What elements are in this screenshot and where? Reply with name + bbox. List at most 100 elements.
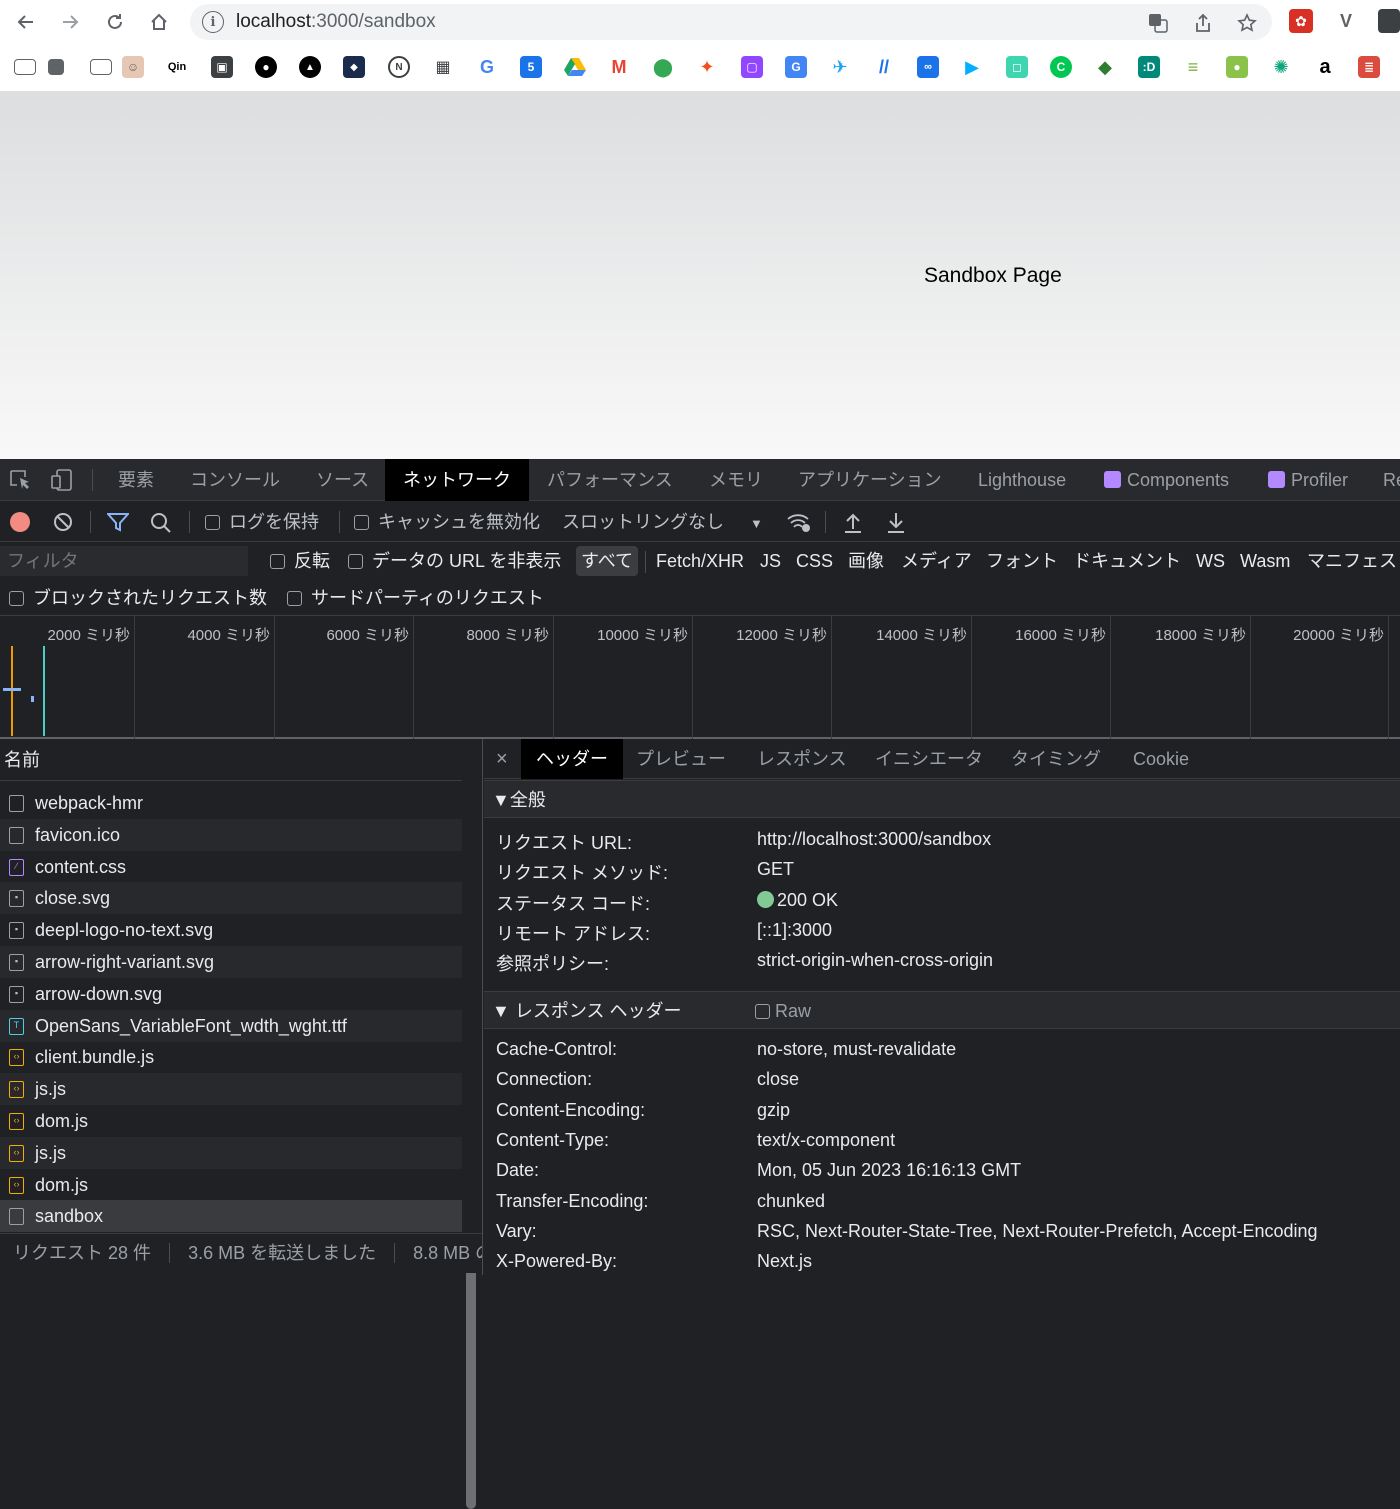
tab-timing[interactable]: タイミング	[1011, 739, 1101, 779]
twitch-icon[interactable]: ▢	[741, 56, 763, 78]
d-icon[interactable]: :D	[1138, 56, 1160, 78]
filter-type-js[interactable]: JS	[760, 542, 781, 580]
tab-performance[interactable]: パフォーマンス	[547, 459, 673, 501]
diamond-icon[interactable]: ◆	[1094, 56, 1116, 78]
filter-type-doc[interactable]: ドキュメント	[1073, 542, 1181, 580]
network-overview-timeline[interactable]: 2000 ミリ秒 4000 ミリ秒 6000 ミリ秒 8000 ミリ秒 1000…	[0, 616, 1400, 739]
clear-icon[interactable]	[53, 512, 73, 537]
filter-type-all[interactable]: すべて	[576, 546, 639, 576]
network-conditions-icon[interactable]	[786, 511, 812, 538]
tab-lighthouse[interactable]: Lighthouse	[978, 459, 1066, 501]
tab-network[interactable]: ネットワーク	[385, 459, 529, 501]
tab-overflow[interactable]: Re	[1383, 459, 1400, 501]
filter-type-fetch[interactable]: Fetch/XHR	[656, 542, 744, 580]
throttling-select[interactable]: スロットリングなし ▼	[562, 502, 763, 542]
table-row[interactable]: ▪ close.svg	[0, 882, 462, 915]
tab-preview[interactable]: プレビュー	[636, 739, 726, 779]
share-icon[interactable]	[1191, 11, 1215, 35]
figma-icon[interactable]: ✦	[696, 56, 718, 78]
translate-bookmark-icon[interactable]: G	[785, 56, 807, 78]
tab-response[interactable]: レスポンス	[757, 739, 847, 779]
close-icon[interactable]: ×	[496, 739, 508, 779]
table-row[interactable]: ‹› client.bundle.js	[0, 1041, 462, 1073]
tab-profiler[interactable]: Profiler	[1268, 459, 1348, 501]
note-icon[interactable]: ◻	[1006, 56, 1028, 78]
table-row[interactable]: ▪ arrow-right-variant.svg	[0, 946, 462, 978]
todoist-icon[interactable]: ≣	[1358, 56, 1380, 78]
tab-sources[interactable]: ソース	[316, 459, 369, 501]
home-icon[interactable]	[145, 8, 173, 36]
translate-icon[interactable]	[1146, 11, 1170, 35]
name-column-header[interactable]: 名前	[0, 739, 462, 781]
disable-cache-checkbox[interactable]: キャッシュを無効化	[354, 502, 540, 542]
raw-checkbox[interactable]: Raw	[755, 992, 811, 1030]
table-row[interactable]: T OpenSans_VariableFont_wdth_wght.ttf	[0, 1009, 462, 1042]
record-button[interactable]	[10, 512, 30, 532]
gmail-icon[interactable]: M	[608, 56, 630, 78]
table-row[interactable]: favicon.ico	[0, 818, 462, 851]
back-arrow-icon[interactable]	[12, 8, 40, 36]
tab-components[interactable]: Components	[1104, 459, 1229, 501]
table-row[interactable]: sandbox	[0, 1200, 462, 1233]
infinity-icon[interactable]: ∞	[917, 56, 939, 78]
address-bar[interactable]: i localhost:3000/sandbox	[190, 4, 1272, 40]
twitter-icon[interactable]: ✈	[829, 56, 851, 78]
amazon-icon[interactable]: a	[1314, 56, 1336, 78]
folder-icon[interactable]	[14, 59, 36, 75]
address-url[interactable]: localhost:3000/sandbox	[236, 11, 436, 33]
reload-icon[interactable]	[101, 8, 129, 36]
triangle-icon[interactable]: ▲	[299, 56, 321, 78]
filter-type-img[interactable]: 画像	[848, 542, 884, 580]
bookmark-star-icon[interactable]	[1235, 11, 1259, 35]
filter-type-media[interactable]: メディア	[901, 542, 972, 580]
invert-checkbox[interactable]: 反転	[270, 542, 330, 580]
hex-icon[interactable]: ◆	[343, 56, 365, 78]
table-row[interactable]: ▪ arrow-down.svg	[0, 978, 462, 1010]
hide-data-urls-checkbox[interactable]: データの URL を非表示	[348, 542, 561, 580]
filter-type-ws[interactable]: WS	[1196, 542, 1225, 580]
folder-icon[interactable]	[48, 59, 64, 75]
preserve-log-checkbox[interactable]: ログを保持	[205, 502, 319, 542]
tab-initiator[interactable]: イニシエータ	[875, 739, 983, 779]
drive-icon[interactable]	[564, 56, 586, 78]
filter-type-css[interactable]: CSS	[796, 542, 833, 580]
third-party-checkbox[interactable]: サードパーティのリクエスト	[287, 580, 544, 616]
folder-icon[interactable]	[90, 59, 112, 75]
n-circle-icon[interactable]: N	[388, 56, 410, 78]
search-icon[interactable]	[150, 512, 172, 539]
table-row[interactable]: ‹› dom.js	[0, 1169, 462, 1201]
table-row[interactable]: webpack-hmr	[0, 787, 462, 819]
openai-icon[interactable]: ✺	[1270, 56, 1292, 78]
request-list-scrollbar[interactable]	[466, 1254, 476, 1509]
filter-icon[interactable]	[105, 512, 131, 537]
tab-headers[interactable]: ヘッダー	[521, 739, 623, 779]
table-row[interactable]: ‹› js.js	[0, 1073, 462, 1106]
qin-icon[interactable]: Qin	[166, 56, 188, 78]
site-info-icon[interactable]: i	[202, 11, 224, 33]
box-icon[interactable]: ▣	[211, 56, 233, 78]
filter-type-wasm[interactable]: Wasm	[1240, 542, 1290, 580]
export-har-icon[interactable]	[886, 511, 906, 538]
table-row[interactable]: ▪ deepl-logo-no-text.svg	[0, 914, 462, 946]
play-icon[interactable]: ▶	[961, 56, 983, 78]
general-section-header[interactable]: ▼全般	[484, 780, 1400, 818]
calendar-icon[interactable]: ▦	[432, 56, 454, 78]
filter-type-font[interactable]: フォント	[986, 542, 1058, 580]
filter-input[interactable]	[0, 546, 248, 576]
tab-memory[interactable]: メモリ	[709, 459, 763, 501]
chat-icon[interactable]: ●	[1226, 56, 1248, 78]
table-row[interactable]: ⁄ content.css	[0, 851, 462, 883]
extension-overflow-icon[interactable]	[1378, 9, 1400, 33]
tab-console[interactable]: コンソール	[190, 459, 280, 501]
tab-elements[interactable]: 要素	[118, 459, 154, 501]
maps-icon[interactable]: ⬤	[652, 56, 674, 78]
table-row[interactable]: ‹› dom.js	[0, 1105, 462, 1137]
filter-type-manifest[interactable]: マニフェス	[1307, 542, 1397, 580]
slash-icon[interactable]: //	[873, 56, 895, 78]
forward-arrow-icon[interactable]	[56, 8, 84, 36]
extension-red-icon[interactable]: ✿	[1289, 9, 1313, 33]
stack-icon[interactable]: ≡	[1182, 56, 1204, 78]
c-circle-icon[interactable]: C	[1050, 56, 1072, 78]
calendar5-icon[interactable]: 5	[520, 56, 542, 78]
tab-cookies[interactable]: Cookie	[1133, 739, 1189, 779]
